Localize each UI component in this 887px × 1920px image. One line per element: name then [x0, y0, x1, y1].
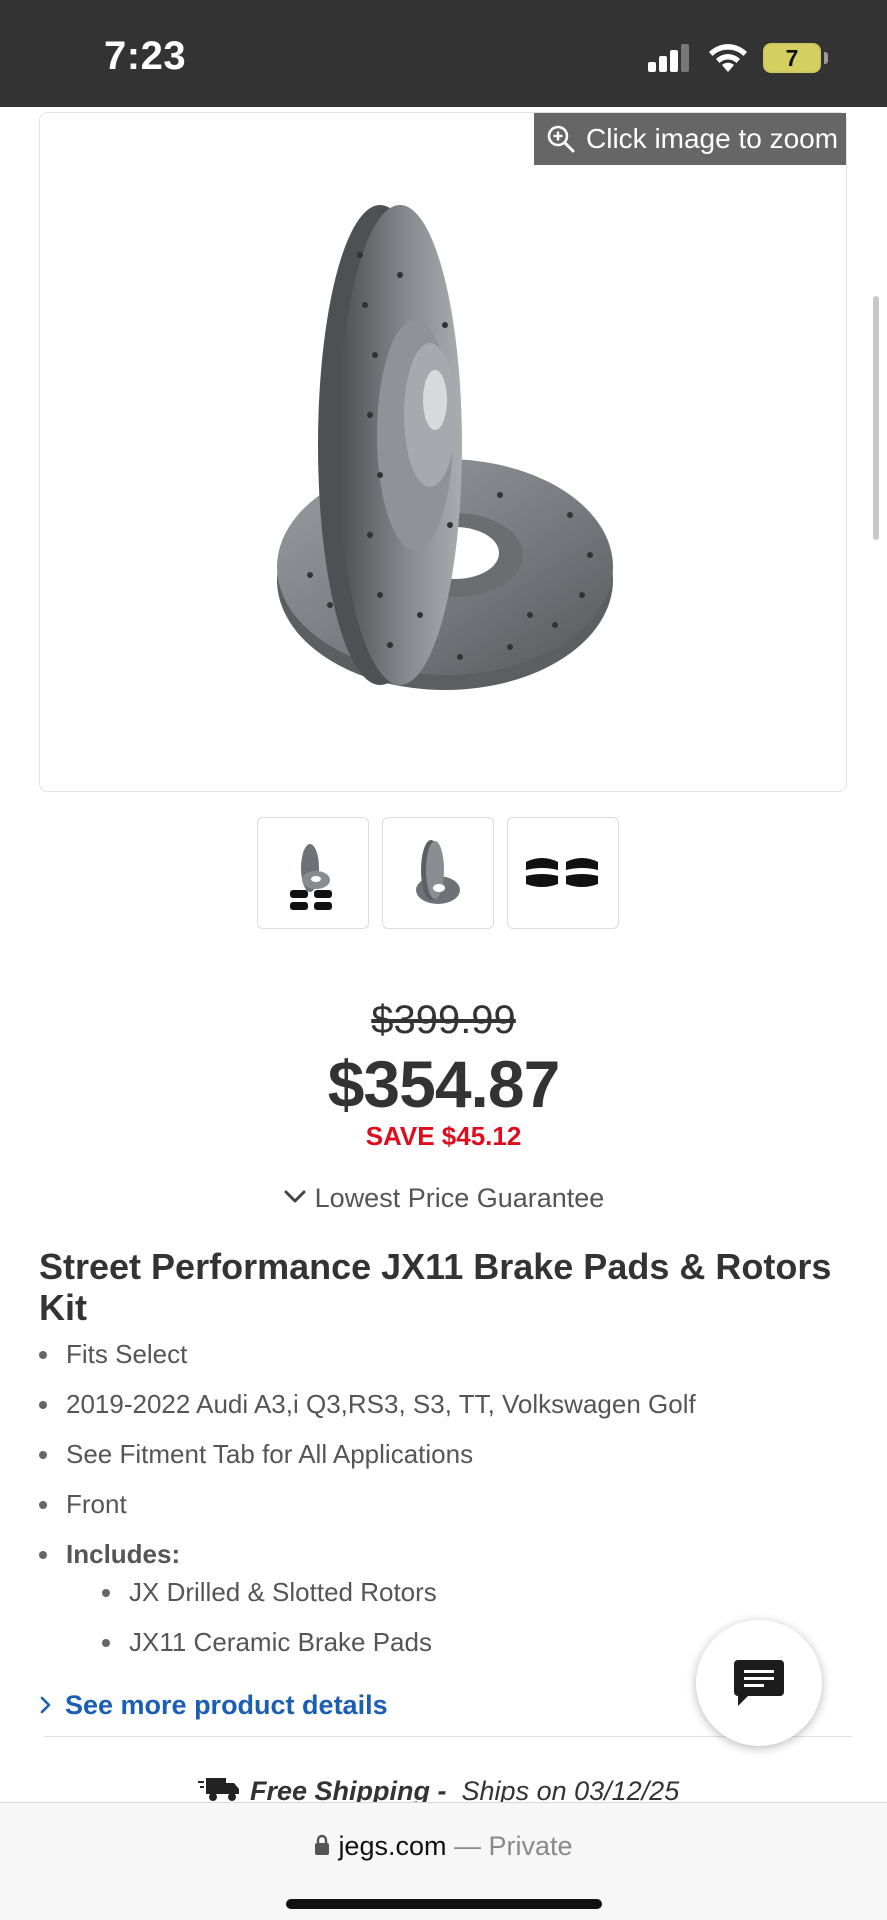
thumbnail-rotors[interactable]: [382, 817, 494, 929]
battery-nub: [824, 52, 828, 64]
see-more-label: See more product details: [65, 1690, 388, 1720]
list-item: JX11 Ceramic Brake Pads: [102, 1624, 437, 1674]
chevron-down-icon: [284, 1190, 306, 1203]
list-item: JX Drilled & Slotted Rotors: [102, 1574, 437, 1624]
product-highlights: Fits Select 2019-2022 Audi A3,i Q3,RS3, …: [39, 1336, 859, 1574]
see-more-details-link[interactable]: See more product details: [39, 1690, 388, 1721]
rotors-and-pads-thumbnail-icon: [290, 844, 332, 910]
chat-button[interactable]: [696, 1620, 822, 1746]
zoom-label: Click image to zoom: [586, 123, 839, 154]
original-price: $399.99: [371, 998, 516, 1042]
brake-pads-thumbnail-icon: [526, 858, 598, 887]
list-item: 2019-2022 Audi A3,i Q3,RS3, S3, TT, Volk…: [39, 1386, 859, 1436]
list-item: Fits Select: [39, 1336, 859, 1386]
thumbnail-brake-pads[interactable]: [507, 817, 619, 929]
private-mode-label: — Private: [454, 1831, 573, 1861]
wifi-icon: [709, 44, 747, 72]
chevron-right-icon: [40, 1696, 51, 1714]
list-item: See Fitment Tab for All Applications: [39, 1436, 859, 1486]
list-item: Front: [39, 1486, 859, 1536]
rotors-thumbnail-icon: [416, 840, 460, 904]
savings-label: SAVE $45.12: [365, 1121, 522, 1151]
includes-heading: Includes:: [39, 1536, 859, 1574]
domain-label: jegs.com: [338, 1831, 447, 1861]
brake-rotor-image: [277, 205, 613, 690]
cellular-signal-icon: [648, 44, 692, 72]
url-display[interactable]: jegs.com — Private: [0, 1831, 887, 1862]
lock-icon: [315, 1834, 330, 1855]
zoom-button[interactable]: Click image to zoom: [534, 113, 846, 165]
guarantee-label: Lowest Price Guarantee: [314, 1183, 605, 1213]
chat-icon: [734, 1660, 784, 1706]
status-bar: 7:23 7: [0, 0, 887, 107]
truck-icon: [198, 1777, 239, 1801]
battery-icon: 7: [763, 43, 821, 73]
page-scrollbar[interactable]: [873, 296, 879, 540]
status-time: 7:23: [104, 34, 187, 78]
sale-price: $354.87: [327, 1047, 561, 1121]
lowest-price-guarantee-toggle[interactable]: Lowest Price Guarantee: [0, 1183, 887, 1214]
battery-level: 7: [785, 45, 799, 71]
thumbnail-rotors-and-pads[interactable]: [257, 817, 369, 929]
zoom-in-icon: [547, 125, 575, 153]
browser-address-bar[interactable]: jegs.com — Private: [0, 1802, 887, 1920]
home-indicator[interactable]: [286, 1899, 602, 1909]
product-title: Street Performance JX11 Brake Pads & Rot…: [39, 1246, 832, 1328]
includes-list: JX Drilled & Slotted Rotors JX11 Ceramic…: [102, 1574, 437, 1674]
